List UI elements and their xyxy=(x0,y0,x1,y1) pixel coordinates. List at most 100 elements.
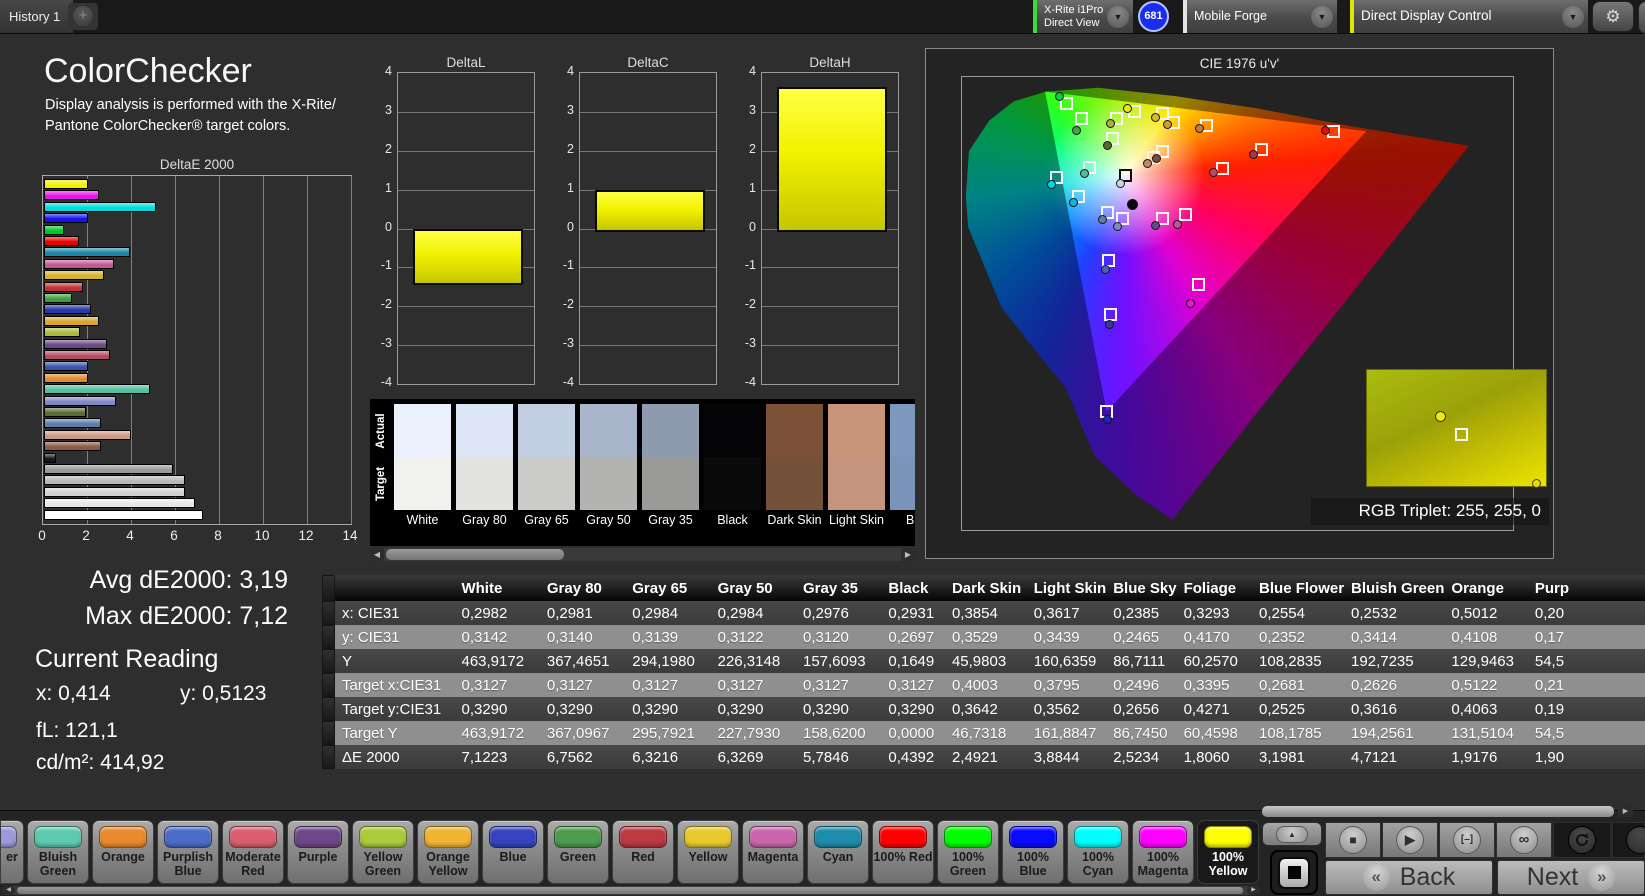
partial-toolbar-button[interactable] xyxy=(1638,1,1645,34)
table-row-target-y: Target Y 463,9172 367,0967 295,7921 227,7930… xyxy=(335,721,1645,745)
pattern-button-moderate-red[interactable]: Moderate Red xyxy=(222,820,284,884)
target-color xyxy=(580,457,637,510)
scroll-right-icon[interactable]: ▶ xyxy=(1247,886,1260,895)
settings-button[interactable]: ⚙ xyxy=(1592,1,1634,32)
loop-range-button[interactable]: [–] xyxy=(1439,822,1495,858)
table-cell: 0,2352 xyxy=(1252,625,1345,649)
gridline xyxy=(263,176,264,524)
scrollbar-thumb[interactable] xyxy=(17,887,1243,894)
table-cell: 0,4392 xyxy=(881,745,945,769)
table-cell: 0,5122 xyxy=(1444,673,1528,697)
table-row-x-cie31: x: CIE31 0,2982 0,2981 0,2984 0,2984 0,2976 0,… xyxy=(335,601,1645,625)
swatch-strip-scrollbar[interactable]: ◀ ▶ xyxy=(370,548,915,561)
row-label: Y xyxy=(335,649,455,673)
pattern-button-blue[interactable]: Blue xyxy=(482,820,544,884)
pattern-button-orange-yellow[interactable]: Orange Yellow xyxy=(417,820,479,884)
tab-history-1[interactable]: History 1 xyxy=(0,0,73,33)
table-row-gutter xyxy=(322,575,335,769)
pattern-button-bluish-green[interactable]: Bluish Green xyxy=(27,820,89,884)
table-cell: 3,1981 xyxy=(1252,745,1345,769)
table-header-Purp: Purp xyxy=(1527,575,1645,601)
meter-dropdown[interactable]: X-Rite i1Pro 3 Direct View ▼ xyxy=(1033,0,1133,33)
swatch-color xyxy=(1009,826,1057,848)
display-control-dropdown[interactable]: Direct Display Control ▼ xyxy=(1350,0,1588,33)
pattern-button-orange[interactable]: Orange xyxy=(92,820,154,884)
pattern-button-100-blue[interactable]: 100% Blue xyxy=(1002,820,1064,884)
deltae-bar-dark-skin xyxy=(44,441,101,452)
scroll-left-icon[interactable]: ◀ xyxy=(370,548,384,561)
pattern-button-magenta[interactable]: Magenta xyxy=(742,820,804,884)
cie-diagram-panel: CIE 1976 u'v' 00,050,10,150,20,250,30,35… xyxy=(925,48,1554,559)
target-square-green xyxy=(1075,111,1088,125)
table-cell: 0,20 xyxy=(1527,601,1645,625)
actual-color xyxy=(456,404,513,457)
play-button[interactable]: ▶ xyxy=(1382,822,1438,858)
pattern-button-green[interactable]: Green xyxy=(547,820,609,884)
expand-up-button[interactable]: ▲ xyxy=(1262,822,1322,846)
mini-chart-y-tick: 3 xyxy=(749,102,756,117)
meter-name: X-Rite i1Pro 3 xyxy=(1044,4,1107,16)
bottom-scrollbar[interactable]: ◀ ▶ xyxy=(2,886,1260,895)
pattern-button-100-cyan[interactable]: 100% Cyan xyxy=(1067,820,1129,884)
scroll-right-icon[interactable]: ▶ xyxy=(901,548,915,561)
pattern-button-100-green[interactable]: 100% Green xyxy=(937,820,999,884)
pattern-window-button[interactable] xyxy=(1270,850,1318,895)
pattern-button-purplish-blue[interactable]: Purplish Blue xyxy=(157,820,219,884)
pattern-button-100-red[interactable]: 100% Red xyxy=(872,820,934,884)
row-handle xyxy=(323,576,334,600)
deltae-bar-purplish-blue xyxy=(44,361,88,372)
chevron-down-icon: ▼ xyxy=(1562,5,1584,28)
avg-de2000-stat: Avg dE2000: 3,19 xyxy=(89,566,288,594)
compare-swatch-dark-skin xyxy=(766,404,823,510)
next-button[interactable]: Next » xyxy=(1497,860,1645,895)
table-cell: 1,9176 xyxy=(1444,745,1528,769)
row-handle xyxy=(323,626,334,648)
pattern-button-partial[interactable]: er xyxy=(0,820,24,884)
table-cell: 0,2984 xyxy=(710,601,796,625)
swatch-color xyxy=(1204,826,1252,848)
target-row-label: Target xyxy=(375,466,387,502)
table-cell: 0,3414 xyxy=(1344,625,1445,649)
compare-swatch-gray-80 xyxy=(456,404,513,510)
table-cell: 0,2496 xyxy=(1106,673,1177,697)
pattern-button-100-yellow[interactable]: 100% Yellow xyxy=(1197,820,1259,884)
row-label: x: CIE31 xyxy=(335,601,455,625)
table-cell: 0,2981 xyxy=(539,601,626,625)
table-header-Black: Black xyxy=(881,575,945,601)
scroll-left-icon[interactable]: ◀ xyxy=(2,886,15,895)
scroll-right-icon[interactable]: ▶ xyxy=(1618,806,1633,817)
refresh-button[interactable] xyxy=(1553,822,1611,858)
pattern-button-cyan[interactable]: Cyan xyxy=(807,820,869,884)
controls-divider-bar[interactable] xyxy=(1262,806,1614,817)
pattern-button-purple[interactable]: Purple xyxy=(287,820,349,884)
page-description-line2: Pantone ColorChecker® target colors. xyxy=(45,118,291,134)
compare-swatch-label: Gray 50 xyxy=(586,513,631,527)
gridline xyxy=(580,306,716,308)
pattern-button-yellow[interactable]: Yellow xyxy=(677,820,739,884)
scrollbar-thumb[interactable] xyxy=(386,549,564,560)
back-button[interactable]: « Back xyxy=(1325,860,1493,895)
partial-control-button[interactable] xyxy=(1612,822,1645,858)
row-handle xyxy=(323,722,334,744)
table-cell: 0,2931 xyxy=(881,601,945,625)
pattern-button-red[interactable]: Red xyxy=(612,820,674,884)
back-chevrons-icon: « xyxy=(1362,864,1390,891)
table-header-Blue Flower: Blue Flower xyxy=(1252,575,1345,601)
source-dropdown[interactable]: Mobile Forge ▼ xyxy=(1183,0,1337,33)
continuous-button[interactable]: ∞ xyxy=(1496,822,1552,858)
table-cell: 0,3795 xyxy=(1026,673,1107,697)
deltae-bar-100-cyan xyxy=(44,201,156,212)
measurement-count-badge: 681 xyxy=(1138,1,1169,32)
table-cell: 4,7121 xyxy=(1344,745,1445,769)
table-cell: 0,3290 xyxy=(881,697,945,721)
stop-button[interactable]: ■ xyxy=(1325,822,1381,858)
gridline xyxy=(398,189,534,191)
pattern-button-100-magenta[interactable]: 100% Magenta xyxy=(1132,820,1194,884)
gridline xyxy=(398,150,534,152)
table-cell: 0,3290 xyxy=(625,697,711,721)
compare-swatch-black xyxy=(704,404,761,510)
swatch-color xyxy=(749,826,797,848)
add-tab-button[interactable]: + xyxy=(68,3,98,30)
pattern-button-yellow-green[interactable]: Yellow Green xyxy=(352,820,414,884)
table-cell: 6,7562 xyxy=(539,745,626,769)
